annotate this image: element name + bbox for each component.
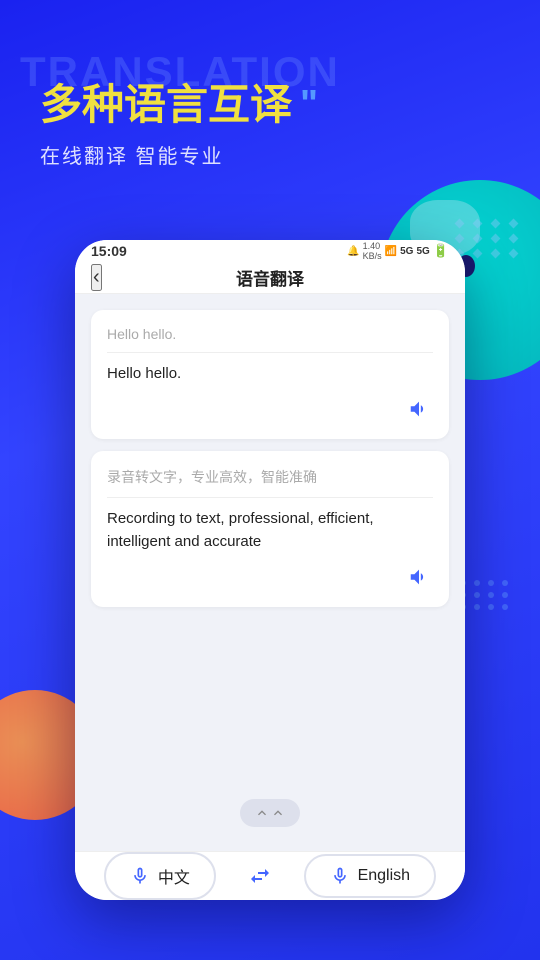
hero-section: 多种语言互译 " 在线翻译 智能专业 [40, 80, 318, 169]
chinese-lang-button[interactable]: 中文 [104, 852, 216, 900]
swap-languages-button[interactable] [242, 858, 278, 894]
chinese-label: 中文 [158, 864, 190, 888]
5g-label2: 5G [416, 246, 429, 257]
hero-headline: 多种语言互译 " [40, 80, 318, 130]
card2-input: 录音转文字，专业高效，智能准确 [107, 467, 433, 498]
status-icons: 🔔 1.40KB/s 📶 5G 5G 🔋 [347, 241, 449, 261]
english-lang-button[interactable]: English [304, 854, 436, 898]
card1-speaker-button[interactable] [405, 395, 433, 423]
mic-icon-chinese [130, 866, 150, 886]
speaker-icon-1 [408, 398, 430, 420]
translation-card-1: Hello hello. Hello hello. [91, 310, 449, 440]
app-title: 语音翻译 [236, 265, 304, 290]
chevron-up-icon-2 [270, 805, 286, 821]
card1-output: Hello hello. [107, 363, 433, 386]
app-header: ‹ 语音翻译 [75, 262, 465, 293]
app-content: Hello hello. Hello hello. 录音转文字，专业高效，智能准… [75, 294, 465, 852]
mic-icon-english [330, 866, 350, 886]
back-button[interactable]: ‹ [91, 264, 102, 291]
status-time: 15:09 [91, 243, 127, 259]
headline-text: 多种语言互译 [40, 80, 292, 130]
bottom-bar: 中文 English [75, 851, 465, 900]
card1-input: Hello hello. [107, 326, 433, 353]
hero-subheadline: 在线翻译 智能专业 [40, 140, 318, 169]
scroll-up-button[interactable] [240, 799, 300, 827]
speaker-icon-2 [408, 566, 430, 588]
status-bar: 15:09 🔔 1.40KB/s 📶 5G 5G 🔋 [75, 240, 465, 262]
signal-icon: 🔔 [347, 246, 359, 257]
data-speed: 1.40KB/s [363, 241, 382, 261]
sim-icon: 📶 [385, 246, 397, 257]
battery-icon: 🔋 [433, 243, 449, 259]
background: TRANSLATION 多种语言互译 " 在线翻译 智能专业 15:09 🔔 [0, 0, 540, 960]
5g-label1: 5G [400, 246, 413, 257]
phone-mockup: 15:09 🔔 1.40KB/s 📶 5G 5G 🔋 ‹ 语音翻译 [75, 240, 465, 900]
blank-area [91, 619, 449, 779]
card2-speaker-button[interactable] [405, 563, 433, 591]
translation-card-2: 录音转文字，专业高效，智能准确 Recording to text, profe… [91, 451, 449, 607]
card2-output: Recording to text, professional, efficie… [107, 508, 433, 553]
scroll-indicator [91, 791, 449, 835]
quote-marks: " [300, 82, 318, 128]
chevron-up-icon [254, 805, 270, 821]
deco-diamond-dots [456, 220, 520, 257]
swap-icon [248, 864, 272, 888]
english-label: English [358, 867, 410, 885]
